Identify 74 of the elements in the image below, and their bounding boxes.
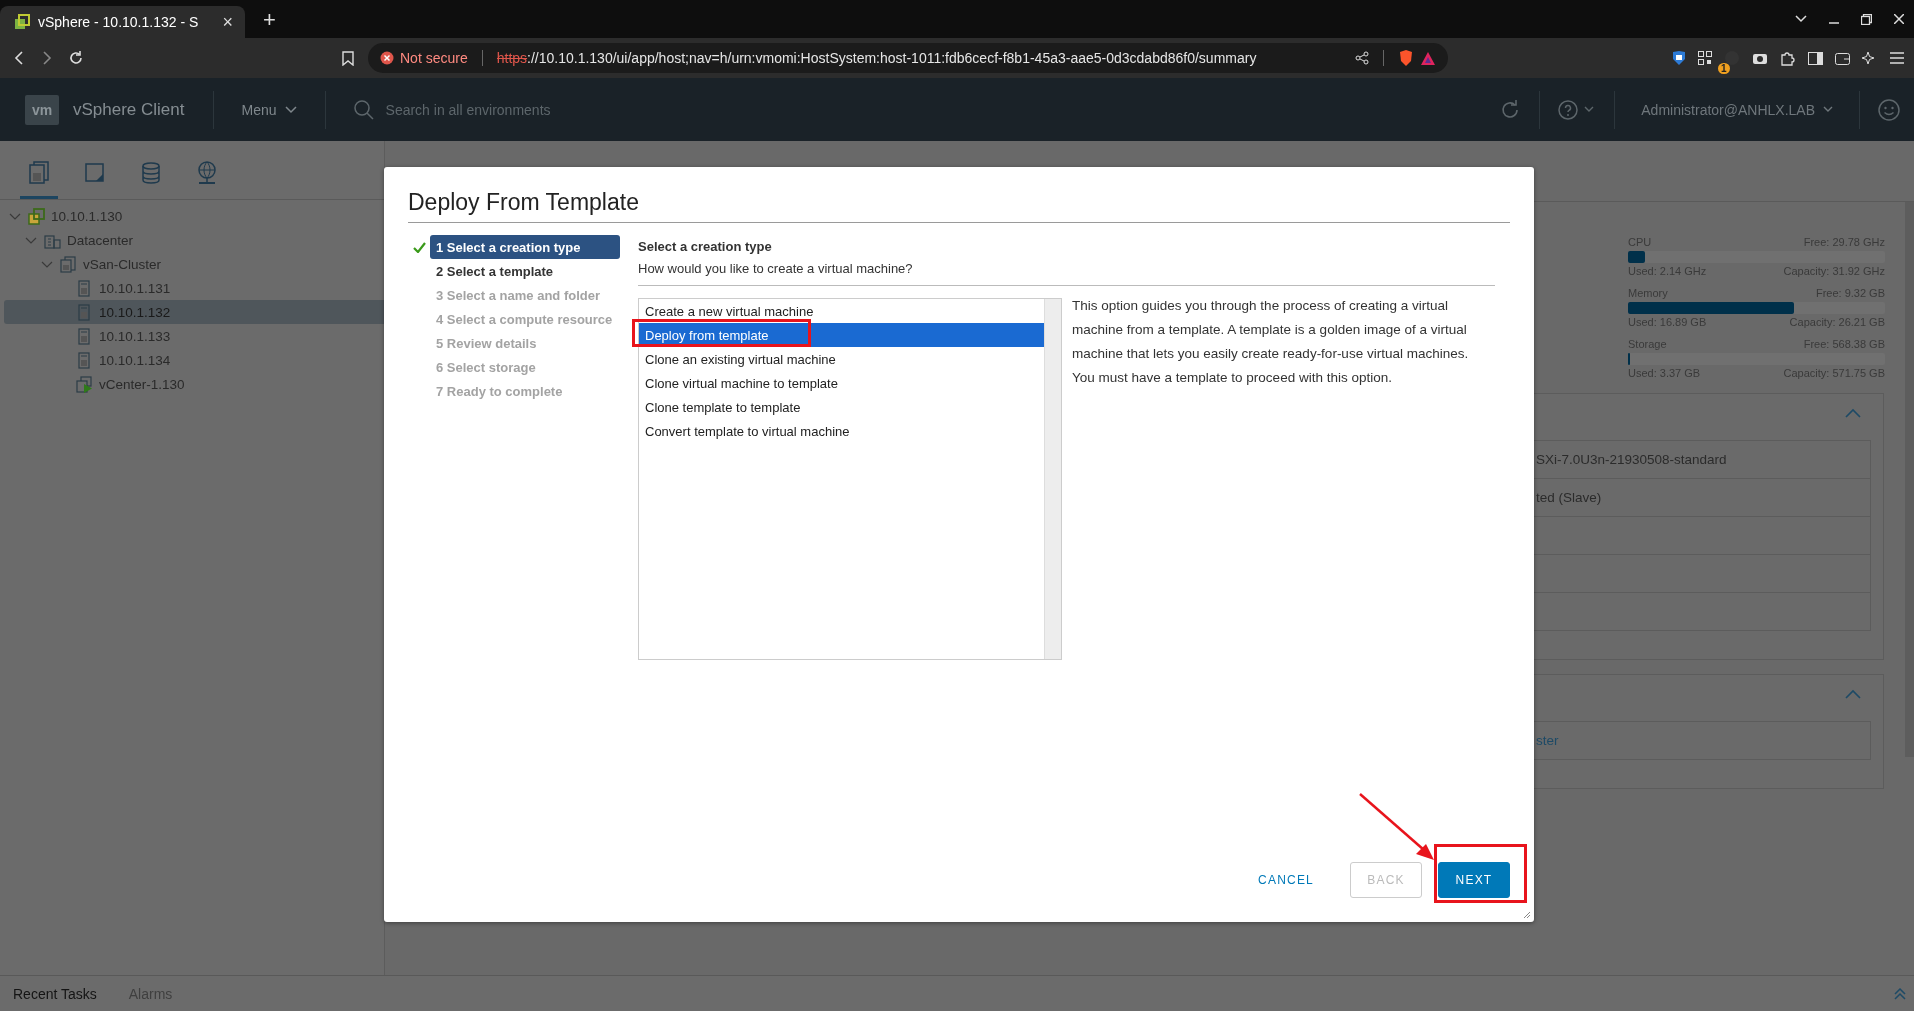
vsphere-favicon-icon — [14, 14, 30, 30]
chevron-down-icon — [284, 105, 297, 114]
tree-item[interactable]: Datacenter — [4, 228, 384, 252]
back-icon[interactable] — [12, 51, 26, 65]
app-title: vSphere Client — [73, 99, 185, 120]
tree-item[interactable]: 10.10.1.132 — [4, 300, 384, 324]
globe-icon — [196, 160, 218, 185]
resize-grip-icon[interactable] — [1523, 911, 1531, 919]
qr-code-icon[interactable] — [1698, 51, 1712, 65]
server-icon — [76, 327, 93, 345]
reload-icon[interactable] — [68, 50, 84, 66]
help-icon[interactable] — [1558, 99, 1579, 120]
address-bar[interactable]: Not secure https://10.10.1.130/ui/app/host;nav=h/urn:vmomi:HostSystem:host-1011:fdb6cecf-f8b1-45a3-aae5-0d3cdabd86f0/summary — [368, 43, 1448, 73]
tree-item[interactable]: 10.10.1.134 — [4, 348, 384, 372]
scrollbar[interactable] — [1044, 299, 1061, 659]
server-icon — [76, 351, 93, 369]
search-icon — [353, 99, 374, 120]
server-stack-icon — [60, 255, 77, 273]
list-option[interactable]: Convert template to virtual machine — [639, 419, 1044, 443]
server-icon — [76, 303, 93, 321]
url-text: https://10.10.1.130/ui/app/host;nav=h/urn:vmomi:HostSystem:host-1011:fdb6cecf-f8b1-45a3-aae5-0d3cdabd86f0/summary — [496, 50, 1258, 66]
bookmark-icon[interactable] — [342, 50, 354, 66]
description-text: This option guides you through the process of creating a virtual machine from a template. A template is a golden image of a virtual machine that lets you easily create ready-for-use virtual machines. You must have a template to proceed with this option. — [1072, 297, 1470, 387]
tree-item[interactable]: vCenter-1.130 — [4, 372, 384, 396]
puzzle-icon[interactable] — [1780, 50, 1796, 66]
restore-icon[interactable] — [1861, 13, 1872, 25]
chevron-down-icon — [1823, 106, 1833, 113]
lion-shield-icon[interactable] — [1398, 49, 1414, 67]
shield-icon[interactable] — [1672, 50, 1686, 66]
dialog-button[interactable]: CANCEL — [1244, 862, 1328, 898]
tree-item[interactable]: 10.10.1.131 — [4, 276, 384, 300]
sidebar-icon[interactable] — [1808, 51, 1823, 65]
warning-circle-icon — [380, 51, 394, 65]
list-option[interactable]: Clone virtual machine to template — [639, 371, 1044, 395]
vm-logo: vm — [25, 94, 59, 125]
panel-tab[interactable]: Recent Tasks — [13, 985, 97, 1002]
user-dropdown[interactable]: Administrator@ANHLX.LAB — [1635, 100, 1839, 119]
browser-tab[interactable]: vSphere - 10.10.1.132 - S × — [0, 6, 245, 38]
vm-icon — [76, 375, 93, 393]
tree-item[interactable]: vSan-Cluster — [4, 252, 384, 276]
vcenter-icon — [28, 207, 45, 225]
link-text[interactable]: ster — [1534, 722, 1870, 759]
new-tab-button[interactable]: + — [257, 6, 282, 34]
menu-icon[interactable] — [1890, 52, 1904, 64]
dialog-button[interactable]: NEXT — [1438, 862, 1510, 898]
triangle-icon[interactable] — [1420, 50, 1436, 66]
forward-icon[interactable] — [40, 51, 54, 65]
database-icon — [140, 160, 162, 185]
dialog-title: Deploy From Template — [408, 189, 1510, 223]
security-label: Not secure — [400, 50, 468, 66]
close-tab-button[interactable]: × — [218, 11, 237, 33]
property-value: SXi-7.0U3n-21930508-standard — [1535, 451, 1728, 469]
server-icon — [76, 279, 93, 297]
tree-item[interactable]: 10.10.1.133 — [4, 324, 384, 348]
close-icon[interactable] — [1894, 14, 1904, 24]
menu-dropdown[interactable]: Menu — [241, 101, 297, 118]
tab-title: vSphere - 10.10.1.132 - S — [38, 14, 200, 30]
wallet-icon[interactable] — [1835, 51, 1850, 65]
list-option[interactable]: Clone template to template — [639, 395, 1044, 419]
camera-icon[interactable] — [1752, 51, 1768, 65]
share-icon[interactable] — [1355, 51, 1369, 65]
tree-item[interactable]: 10.10.1.130 — [4, 204, 384, 228]
vm-icon — [84, 160, 106, 185]
smiley-icon[interactable] — [1878, 98, 1900, 121]
extension-badge: 1 — [1718, 63, 1730, 74]
section-title: Select a creation type — [638, 239, 773, 254]
circle-extension-icon[interactable] — [1724, 50, 1740, 66]
question-text: How would you like to create a virtual machine? — [638, 261, 1495, 286]
wizard-step[interactable]: 1 Select a creation type — [430, 235, 620, 259]
list-option[interactable]: Clone an existing virtual machine — [639, 347, 1044, 371]
wizard-step[interactable]: 2 Select a template — [430, 259, 620, 283]
list-option[interactable]: Create a new virtual machine — [639, 299, 1044, 323]
search-field[interactable]: Search in all environments — [383, 100, 988, 119]
server-stack-icon — [28, 160, 50, 185]
